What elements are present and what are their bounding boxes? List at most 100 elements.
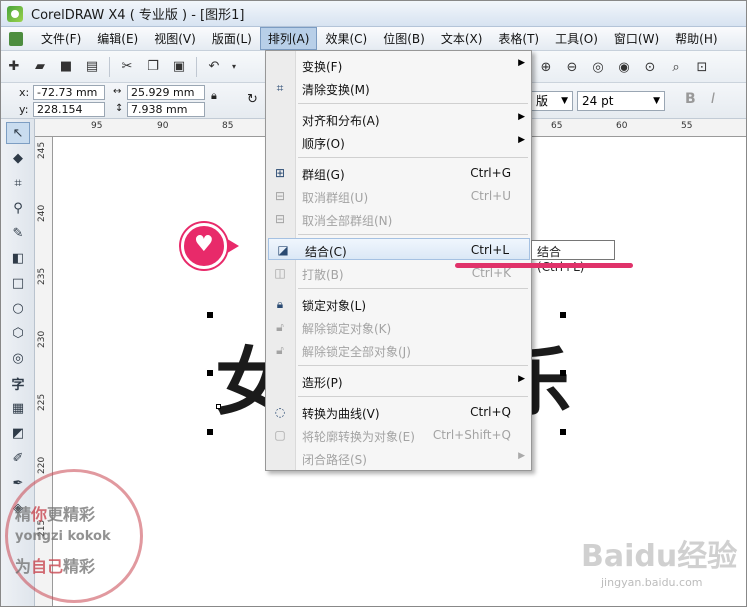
rectangle-tool-icon[interactable]: □ xyxy=(6,272,30,294)
eyedropper-icon[interactable]: ✐ xyxy=(6,447,30,469)
width-field[interactable]: 25.929 mm xyxy=(127,85,205,100)
ruler-label: 230 xyxy=(37,330,47,348)
crop-tool-icon[interactable]: ⌗ xyxy=(6,172,30,194)
cut-icon[interactable]: ✂ xyxy=(116,56,138,78)
zoom-tool-icon[interactable]: ⚲ xyxy=(6,197,30,219)
menu-item-close-path[interactable]: 闭合路径(S) ▶ xyxy=(266,447,531,469)
selection-handle[interactable] xyxy=(207,312,213,318)
y-position-field[interactable]: 228.154 mm xyxy=(33,102,105,129)
menu-layout[interactable]: 版面(L) xyxy=(204,27,260,50)
toolbar-separator xyxy=(109,56,110,77)
menu-window[interactable]: 窗口(W) xyxy=(606,27,667,50)
undo-dropdown-icon[interactable]: ▾ xyxy=(229,56,239,78)
menu-item-label: 解除锁定对象(K) xyxy=(302,322,392,336)
baidu-url-watermark: jingyan.baidu.com xyxy=(601,576,703,589)
menu-separator xyxy=(298,234,528,235)
menu-view[interactable]: 视图(V) xyxy=(146,27,204,50)
menu-text[interactable]: 文本(X) xyxy=(433,27,491,50)
selection-handle[interactable] xyxy=(560,370,566,376)
node-handle[interactable] xyxy=(216,404,221,409)
font-size-select[interactable]: 24 pt ▼ xyxy=(577,91,665,111)
selection-handle[interactable] xyxy=(207,370,213,376)
menu-separator xyxy=(298,157,528,158)
zoom-all-icon[interactable]: ◉ xyxy=(613,56,635,78)
ruler-label: 240 xyxy=(37,204,47,222)
zoom-page-icon[interactable]: ⊙ xyxy=(639,56,661,78)
selection-handle[interactable] xyxy=(560,429,566,435)
unlock-all-icon: 🔓︎ xyxy=(276,342,284,357)
zoom-in-icon[interactable]: ⊕ xyxy=(535,56,557,78)
paste-icon[interactable]: ▣ xyxy=(168,56,190,78)
menu-edit[interactable]: 编辑(E) xyxy=(89,27,146,50)
menu-table[interactable]: 表格(T) xyxy=(490,27,547,50)
zoom-height-icon[interactable]: ⊡ xyxy=(691,56,713,78)
menu-item-shortcut: Ctrl+L xyxy=(470,243,509,257)
lock-ratio-icon[interactable]: 🔒︎ xyxy=(211,89,217,103)
heart-icon: ♥ xyxy=(194,232,214,257)
menu-item-convert-to-curves[interactable]: ◌ 转换为曲线(V) Ctrl+Q xyxy=(266,401,531,423)
selection-handle[interactable] xyxy=(560,312,566,318)
ellipse-tool-icon[interactable]: ○ xyxy=(6,297,30,319)
submenu-arrow-icon: ▶ xyxy=(518,58,525,68)
app-window: CorelDRAW X4 ( 专业版 ) - [图形1] 文件(F) 编辑(E)… xyxy=(0,0,747,607)
toolbar-separator xyxy=(196,56,197,77)
x-position-field[interactable]: -72.73 mm xyxy=(33,85,105,100)
menu-item-clear-transform[interactable]: ⌗ 清除变换(M) xyxy=(266,77,531,99)
menu-arrange[interactable]: 排列(A) xyxy=(259,27,318,50)
zoom-out-icon[interactable]: ⊖ xyxy=(561,56,583,78)
menu-help[interactable]: 帮助(H) xyxy=(667,27,725,50)
italic-icon[interactable]: I xyxy=(711,91,715,107)
watermark-line-3: 为自己精彩 xyxy=(15,553,95,577)
table-tool-icon[interactable]: ▦ xyxy=(6,397,30,419)
selection-handle[interactable] xyxy=(207,429,213,435)
menu-item-order[interactable]: 顺序(O) ▶ xyxy=(266,131,531,153)
freehand-tool-icon[interactable]: ✎ xyxy=(6,222,30,244)
menu-item-shortcut: Ctrl+Q xyxy=(470,405,511,419)
menu-item-label: 清除变换(M) xyxy=(302,83,370,97)
height-field[interactable]: 7.938 mm xyxy=(127,102,205,117)
menu-item-shortcut: Ctrl+K xyxy=(471,266,511,280)
menu-item-ungroup[interactable]: ⊟ 取消群组(U) Ctrl+U xyxy=(266,185,531,207)
polygon-tool-icon[interactable]: ⬡ xyxy=(6,322,30,344)
menu-item-lock-object[interactable]: 🔒︎ 锁定对象(L) xyxy=(266,293,531,315)
menu-item-shaping[interactable]: 造形(P) ▶ xyxy=(266,370,531,392)
save-icon[interactable]: ■ xyxy=(55,56,77,78)
interactive-blend-icon[interactable]: ◩ xyxy=(6,422,30,444)
new-document-icon[interactable]: ✚ xyxy=(3,56,25,78)
menu-item-unlock-all[interactable]: 🔓︎ 解除锁定全部对象(J) xyxy=(266,339,531,361)
convert-curves-icon: ◌ xyxy=(274,405,286,419)
font-name-value: 版 xyxy=(536,94,549,108)
print-icon[interactable]: ▤ xyxy=(81,56,103,78)
font-name-select[interactable]: 版 ▼ xyxy=(531,91,573,111)
undo-icon[interactable]: ↶ xyxy=(203,56,225,78)
menu-item-label: 结合(C) xyxy=(305,245,347,259)
document-icon[interactable] xyxy=(9,31,23,46)
zoom-width-icon[interactable]: ⌕ xyxy=(665,56,687,78)
clear-transform-icon: ⌗ xyxy=(276,80,284,95)
menu-item-combine[interactable]: ◪ 结合(C) Ctrl+L xyxy=(268,238,530,260)
basic-shapes-icon[interactable]: ◎ xyxy=(6,347,30,369)
menu-effects[interactable]: 效果(C) xyxy=(317,27,375,50)
bold-icon[interactable]: B xyxy=(685,91,696,107)
menu-item-shortcut: Ctrl+G xyxy=(470,166,511,180)
zoom-selected-icon[interactable]: ◎ xyxy=(587,56,609,78)
menu-item-align-distribute[interactable]: 对齐和分布(A) ▶ xyxy=(266,108,531,130)
pick-tool-icon[interactable]: ↖ xyxy=(6,122,30,144)
menu-bar: 文件(F) 编辑(E) 视图(V) 版面(L) 排列(A) 效果(C) 位图(B… xyxy=(1,27,746,51)
menu-item-ungroup-all[interactable]: ⊟ 取消全部群组(N) xyxy=(266,208,531,230)
menu-item-group[interactable]: ⊞ 群组(G) Ctrl+G xyxy=(266,162,531,184)
height-icon: ↕ xyxy=(115,103,124,114)
text-tool-icon[interactable]: 字 xyxy=(6,372,30,394)
shape-tool-icon[interactable]: ◆ xyxy=(6,147,30,169)
watermark-text: 为 xyxy=(15,557,32,576)
copy-icon[interactable]: ❐ xyxy=(142,56,164,78)
smart-fill-icon[interactable]: ◧ xyxy=(6,247,30,269)
menu-item-unlock-object[interactable]: 🔓︎ 解除锁定对象(K) xyxy=(266,316,531,338)
menu-file[interactable]: 文件(F) xyxy=(33,27,89,50)
menu-tools[interactable]: 工具(O) xyxy=(547,27,606,50)
rotate-icon[interactable]: ↻ xyxy=(247,92,258,107)
menu-item-transform[interactable]: 变换(F) ▶ xyxy=(266,54,531,76)
menu-bitmaps[interactable]: 位图(B) xyxy=(375,27,433,50)
open-folder-icon[interactable]: ▰ xyxy=(29,56,51,78)
menu-item-outline-to-object[interactable]: ▢ 将轮廓转换为对象(E) Ctrl+Shift+Q xyxy=(266,424,531,446)
